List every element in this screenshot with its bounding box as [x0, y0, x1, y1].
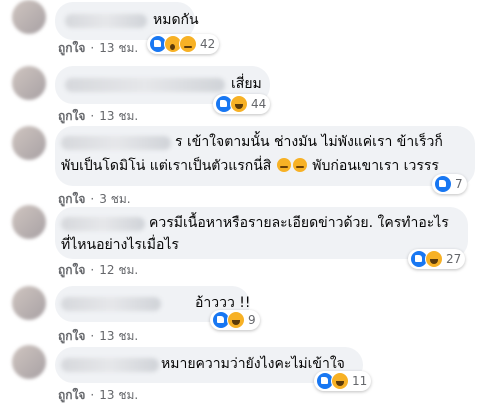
- reaction-count: 42: [200, 37, 216, 51]
- comment-meta: ถูกใจ · 13 ชม.: [58, 388, 139, 402]
- reaction-count: 11: [352, 374, 368, 388]
- reactions-summary[interactable]: 27: [408, 249, 466, 269]
- comment-text-line-2: ที่ไหนอย่างไรเมื่อไร: [61, 237, 179, 253]
- like-reaction-icon: [434, 175, 452, 193]
- like-link[interactable]: ถูกใจ: [58, 263, 85, 277]
- avatar[interactable]: [12, 286, 46, 320]
- haha-reaction-icon: [230, 95, 248, 113]
- comment-text-line-1: ร เข้าใจตามนั้น ช่างมัน ไม่พังแค่เรา ข้า…: [175, 134, 443, 150]
- comment-text-line-2: พับเป็นโดมิโน่ แต่เราเป็นตัวแรกนี่สิ พับ…: [61, 158, 439, 174]
- commenter-name[interactable]: [61, 217, 145, 231]
- timestamp[interactable]: 13 ชม.: [99, 388, 138, 402]
- comment-meta: ถูกใจ · 13 ชม.: [58, 41, 139, 55]
- avatar[interactable]: [12, 345, 46, 379]
- comment-meta: ถูกใจ · 13 ชม.: [58, 329, 139, 343]
- reaction-count: 9: [248, 313, 256, 327]
- reaction-count: 27: [446, 252, 462, 266]
- comment-bubble: ร เข้าใจตามนั้น ช่างมัน ไม่พังแค่เรา ข้า…: [55, 126, 475, 186]
- reactions-summary[interactable]: 44: [213, 94, 271, 114]
- comment-text: หมดกัน: [153, 12, 199, 28]
- like-link[interactable]: ถูกใจ: [58, 329, 85, 343]
- avatar[interactable]: [12, 205, 46, 239]
- timestamp[interactable]: 13 ชม.: [99, 109, 138, 123]
- timestamp[interactable]: 13 ชม.: [99, 41, 138, 55]
- reaction-count: 44: [251, 97, 267, 111]
- sad-reaction-icon: [179, 35, 197, 53]
- timestamp[interactable]: 3 ชม.: [99, 192, 130, 206]
- timestamp[interactable]: 12 ชม.: [99, 263, 138, 277]
- haha-reaction-icon: [227, 311, 245, 329]
- commenter-name[interactable]: [61, 136, 171, 150]
- reaction-count: 7: [455, 177, 463, 191]
- like-link[interactable]: ถูกใจ: [58, 109, 85, 123]
- haha-reaction-icon: [331, 372, 349, 390]
- avatar[interactable]: [12, 66, 46, 100]
- reactions-summary[interactable]: 9: [210, 310, 260, 330]
- avatar[interactable]: [12, 0, 46, 34]
- commenter-name[interactable]: [61, 297, 161, 311]
- disappointed-emoji-icon: [292, 158, 307, 172]
- haha-reaction-icon: [425, 250, 443, 268]
- avatar[interactable]: [12, 126, 46, 160]
- disappointed-emoji-icon: [276, 158, 291, 172]
- comment-bubble: ควรมีเนื้อหาหรือรายละเอียดข่าวด้วย. ใครท…: [55, 207, 468, 259]
- commenter-name[interactable]: [65, 14, 147, 28]
- commenter-name[interactable]: [65, 78, 225, 92]
- like-link[interactable]: ถูกใจ: [58, 388, 85, 402]
- timestamp[interactable]: 13 ชม.: [99, 329, 138, 343]
- like-link[interactable]: ถูกใจ: [58, 192, 85, 206]
- like-link[interactable]: ถูกใจ: [58, 41, 85, 55]
- comment-text: เสี่ยม: [231, 76, 262, 92]
- comment-meta: ถูกใจ · 12 ชม.: [58, 263, 139, 277]
- reactions-summary[interactable]: 7: [432, 174, 467, 194]
- reactions-summary[interactable]: 11: [314, 371, 372, 391]
- reactions-summary[interactable]: 42: [147, 34, 220, 54]
- comment-text-line-1: ควรมีเนื้อหาหรือรายละเอียดข่าวด้วย. ใครท…: [149, 215, 449, 231]
- comment-meta: ถูกใจ · 13 ชม.: [58, 109, 139, 123]
- commenter-name[interactable]: [61, 358, 159, 372]
